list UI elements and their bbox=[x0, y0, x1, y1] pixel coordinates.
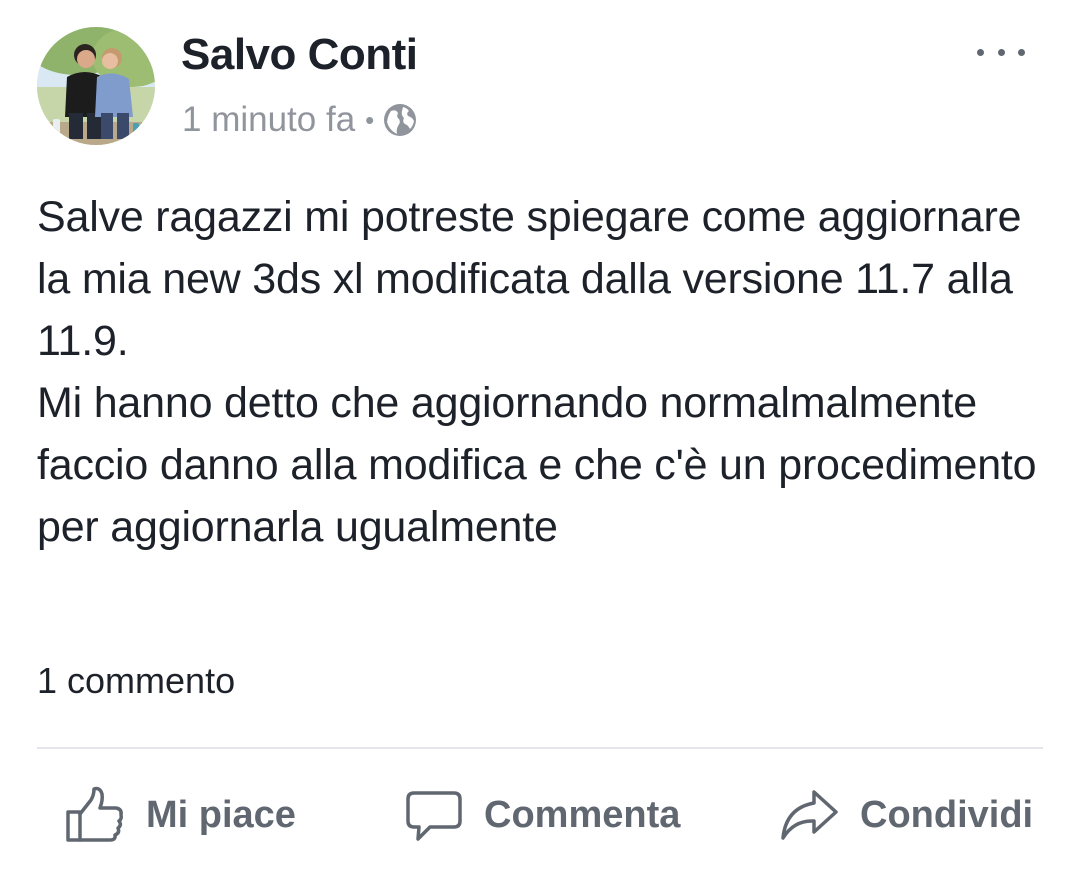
comment-button[interactable]: Commenta bbox=[404, 770, 680, 860]
comment-count[interactable]: 1 commento bbox=[37, 660, 235, 702]
comment-bubble-icon bbox=[406, 791, 462, 841]
more-dot bbox=[997, 48, 1005, 56]
more-dot bbox=[1018, 48, 1025, 56]
avatar-photo bbox=[37, 27, 155, 145]
share-button[interactable]: Condividi bbox=[778, 770, 1033, 860]
avatar[interactable] bbox=[37, 27, 155, 145]
like-label: Mi piace bbox=[146, 793, 296, 836]
action-bar: Mi piace Commenta Condividi bbox=[0, 770, 1080, 860]
divider bbox=[37, 747, 1043, 749]
more-dot bbox=[977, 48, 984, 56]
comment-label: Commenta bbox=[484, 793, 681, 836]
like-button[interactable]: Mi piace bbox=[64, 770, 296, 860]
share-label: Condividi bbox=[860, 793, 1034, 836]
facebook-post: Salvo Conti 1 minuto fa • Salve ragazzi … bbox=[0, 0, 1080, 870]
meta-separator: • bbox=[365, 104, 375, 135]
post-meta: 1 minuto fa • bbox=[182, 98, 418, 142]
post-text: Salve ragazzi mi potreste spiegare come … bbox=[37, 193, 1037, 551]
globe-icon[interactable] bbox=[382, 102, 418, 138]
author-name[interactable]: Salvo Conti bbox=[181, 30, 418, 80]
more-options-icon[interactable] bbox=[977, 40, 1025, 64]
post-timestamp[interactable]: 1 minuto fa bbox=[182, 100, 355, 140]
thumbs-up-icon bbox=[66, 786, 123, 842]
share-arrow-icon bbox=[781, 790, 838, 840]
